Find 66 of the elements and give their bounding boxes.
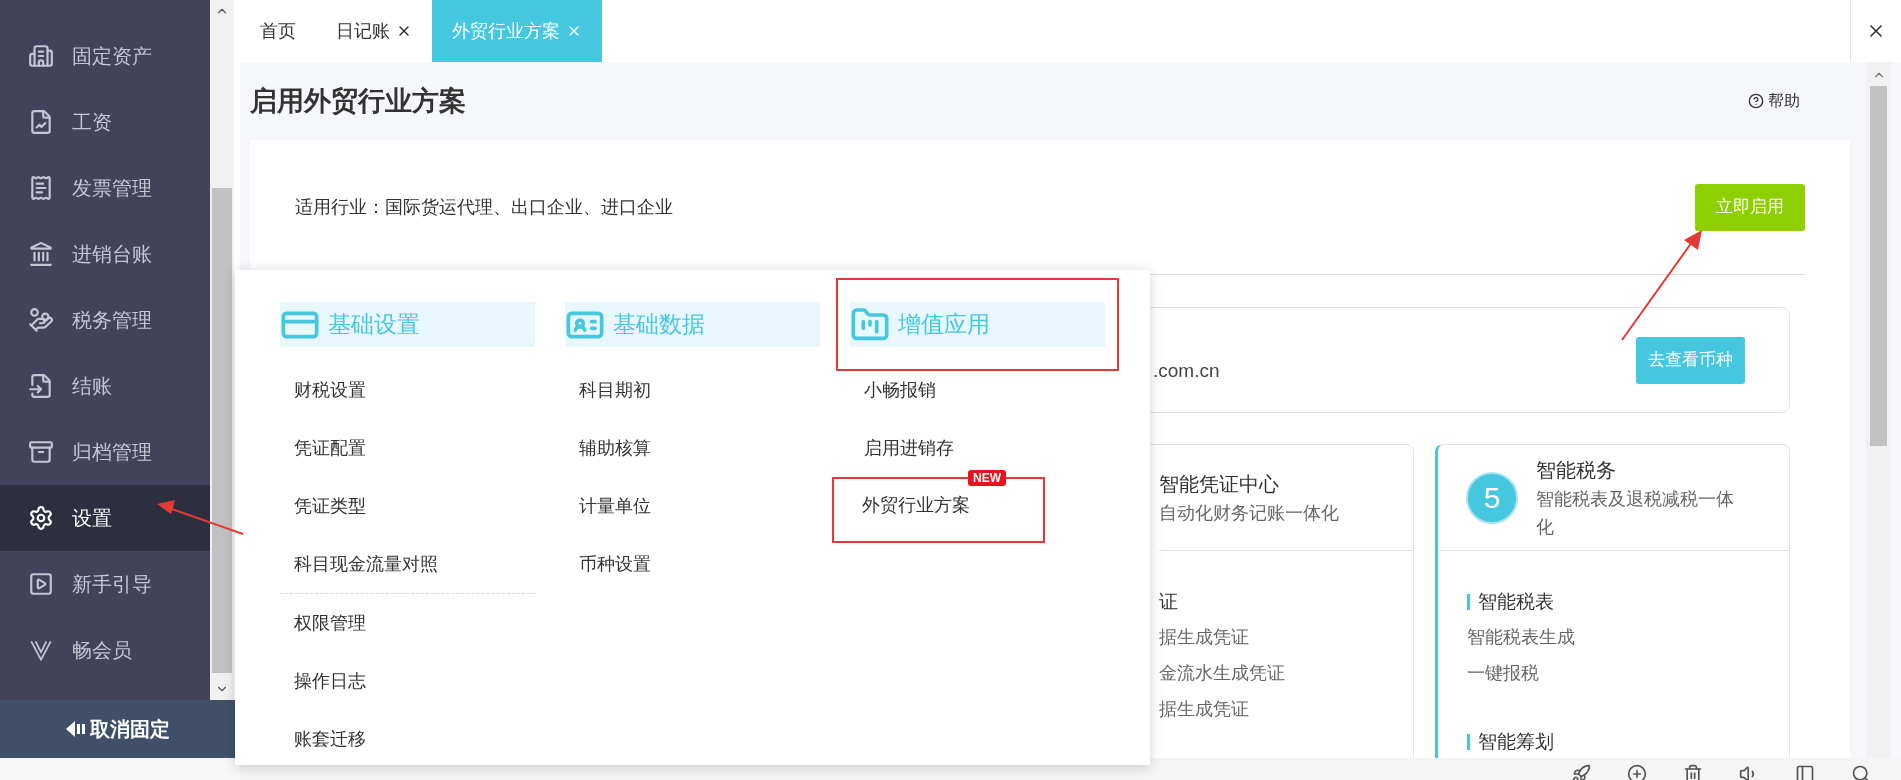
settings-icon [28,505,54,531]
section-heading: 证 [1159,589,1178,614]
page-title: 启用外贸行业方案 [250,84,466,118]
panel-icon[interactable] [1795,764,1815,780]
industry-text: 适用行业：国际货运代理、出口企业、进口企业 [295,195,673,219]
menu-item[interactable]: 凭证配置 [280,419,535,477]
section-heading: 智能税表 [1478,589,1554,614]
step-badge: 5 [1466,471,1518,524]
scrollbar-thumb[interactable] [212,187,232,673]
website-text: .com.cn [1153,358,1220,383]
search-icon[interactable] [1851,764,1871,780]
menu-item[interactable]: 币种设置 [565,535,820,593]
scrollbar-thumb[interactable] [1870,86,1887,446]
feature-subtitle: 智能税表及退税减税一体化 [1536,487,1735,539]
heading-marker [1467,734,1470,750]
feature-item: 一键报税 [1467,662,1540,685]
tab[interactable]: 日记账 [316,0,432,62]
section-heading: 智能筹划 [1478,729,1554,754]
feature-item: 据生成凭证 [1159,626,1250,649]
menu-item[interactable]: 科目现金流量对照 [280,535,535,593]
heading-marker [1467,594,1470,610]
sidebar-item[interactable]: 畅会员 [0,617,210,683]
menu-item[interactable]: 权限管理 [280,594,535,652]
sidebar-item[interactable]: 工资 [0,89,210,155]
collapse-icon [65,721,88,737]
ledger-icon [28,241,54,267]
feature-subtitle: 自动化财务记账一体化 [1159,501,1339,525]
sidebar-item[interactable]: 发票管理 [0,155,210,221]
sidebar-item[interactable]: 进销台账 [0,221,210,287]
menu-section-header: 基础设置 [280,302,535,347]
rocket-icon[interactable] [1571,764,1591,780]
chart-document-icon [28,109,54,135]
sidebar-item[interactable]: 固定资产 [0,23,210,89]
menu-item[interactable]: 操作日志 [280,652,535,710]
tab[interactable]: 首页 [240,0,316,62]
menu-item[interactable]: 辅助核算 [565,419,820,477]
help-link[interactable]: 帮助 [1748,89,1800,113]
menu-section-header: 增值应用 [850,302,1105,347]
menu-item[interactable]: 计量单位 [565,477,820,535]
sidebar-item[interactable]: 税务管理 [0,287,210,353]
menu-item[interactable]: 账套迁移 [280,710,535,765]
archive-icon [28,439,54,465]
feature-item: 金流水生成凭证 [1159,662,1286,685]
trash-icon[interactable] [1683,764,1703,780]
menu-item[interactable]: 凭证类型 [280,477,535,535]
menu-section-header: 基础数据 [565,302,820,347]
new-badge: NEW [968,470,1006,486]
feature-item: 据生成凭证 [1159,698,1250,721]
sidebar-item[interactable]: 新手引导 [0,551,210,617]
feature-item: 智能税表生成 [1467,626,1576,649]
sidebar-item[interactable]: 归档管理 [0,419,210,485]
building-icon [28,43,54,69]
hand-coins-icon [28,307,54,333]
receipt-icon [28,175,54,201]
play-icon [28,571,54,597]
scrollbar[interactable] [1866,62,1891,758]
feature-title: 智能税务 [1536,457,1617,483]
unpin-button[interactable]: 取消固定 [0,700,235,758]
feature-title: 智能凭证中心 [1159,471,1280,497]
menu-item[interactable]: 财税设置 [280,361,535,419]
help-icon [1748,93,1764,109]
menu-item[interactable]: 科目期初 [565,361,820,419]
menu-item[interactable]: 小畅报销 [850,361,1105,419]
scrollbar[interactable] [210,0,234,700]
sidebar-item[interactable]: 设置 [0,485,210,551]
sidebar-item[interactable]: 结账 [0,353,210,419]
